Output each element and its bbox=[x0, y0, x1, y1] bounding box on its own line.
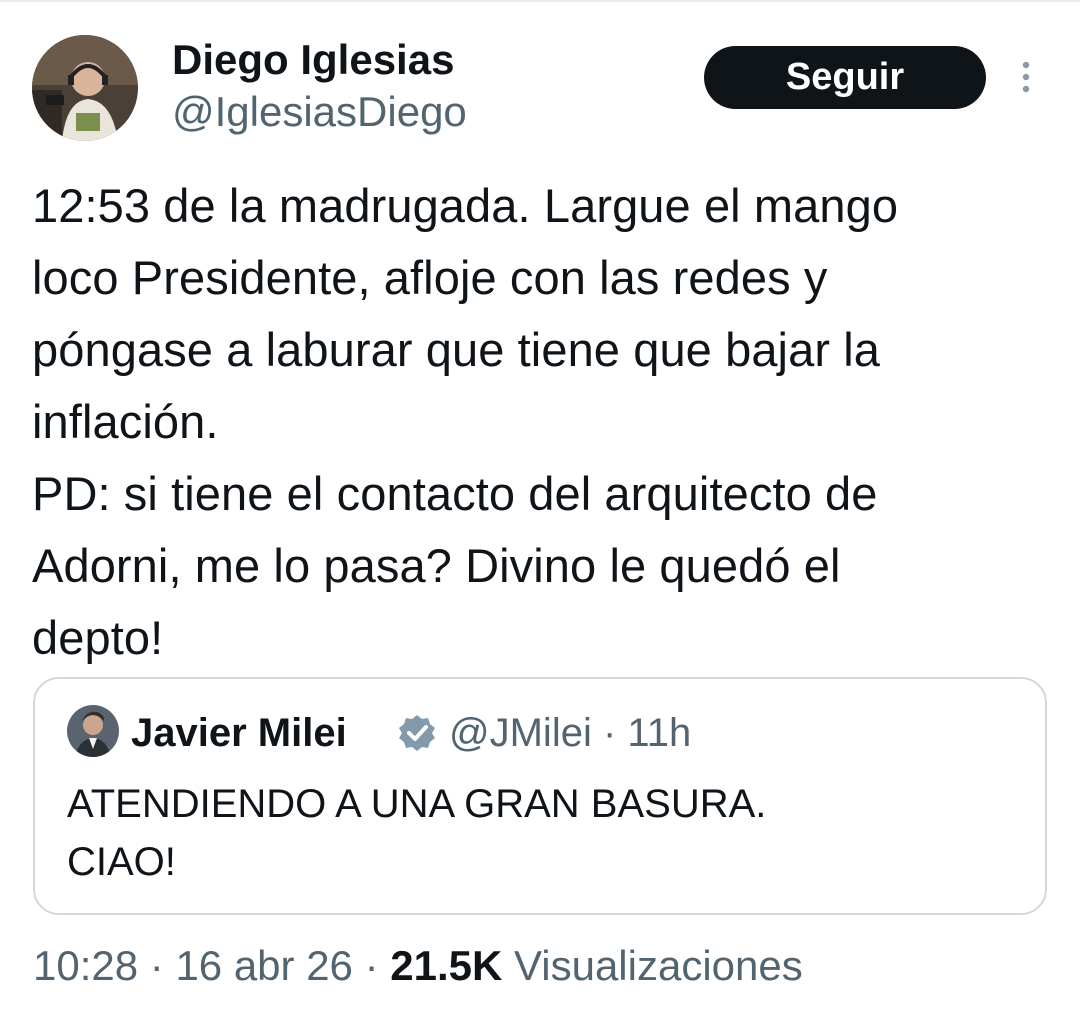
more-vertical-icon[interactable] bbox=[1014, 60, 1038, 96]
tweet-footer: 10:28 · 16 abr 26 · 21.5K Visualizacione… bbox=[33, 940, 803, 992]
author-handle[interactable]: @IglesiasDiego bbox=[172, 88, 467, 136]
tweet-date[interactable]: 16 abr 26 bbox=[175, 942, 352, 989]
quoted-author-avatar[interactable] bbox=[67, 705, 119, 757]
more-vertical-icon-graphic bbox=[1022, 61, 1030, 93]
footer-separator-2: · bbox=[352, 942, 391, 989]
quoted-time[interactable]: 11h bbox=[627, 711, 691, 755]
author-avatar[interactable] bbox=[32, 35, 138, 141]
author-name[interactable]: Diego Iglesias bbox=[172, 36, 454, 84]
verified-badge-graphic bbox=[399, 715, 435, 751]
tweet-time[interactable]: 10:28 bbox=[33, 942, 138, 989]
views-count[interactable]: 21.5K bbox=[390, 942, 502, 989]
quoted-author-handle[interactable]: @JMilei bbox=[449, 711, 592, 755]
footer-separator-1: · bbox=[138, 942, 176, 989]
tweet-text: 12:53 de la madrugada. Largue el mango l… bbox=[32, 179, 899, 664]
quoted-avatar-photo bbox=[67, 705, 119, 757]
verified-badge-icon bbox=[397, 713, 437, 753]
quoted-text: ATENDIENDO A UNA GRAN BASURA. CIAO! bbox=[67, 782, 767, 884]
top-divider bbox=[0, 0, 1080, 2]
views-label[interactable]: Visualizaciones bbox=[502, 942, 803, 989]
author-avatar-photo bbox=[32, 35, 138, 141]
follow-button[interactable]: Seguir bbox=[704, 46, 986, 109]
quoted-tweet[interactable]: Javier Milei @JMilei · 11h ATENDIENDO A … bbox=[33, 677, 1047, 915]
quoted-meta: @JMilei · 11h bbox=[449, 709, 691, 757]
quoted-separator: · bbox=[602, 711, 617, 755]
quoted-author-name[interactable]: Javier Milei bbox=[131, 709, 347, 757]
